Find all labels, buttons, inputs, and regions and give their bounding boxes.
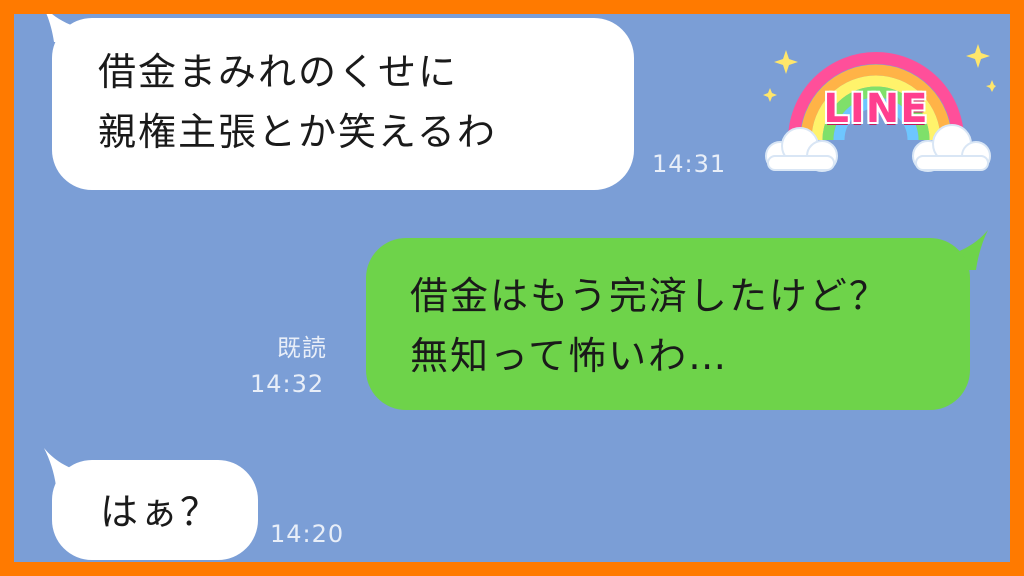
message-text: 親権主張とか笑えるわ xyxy=(98,110,497,154)
message-bubble-incoming[interactable]: はぁ？ xyxy=(52,460,258,560)
sparkle-icon xyxy=(966,44,990,68)
message-bubble-outgoing[interactable]: 借金はもう完済したけど？ 無知って怖いわ… xyxy=(366,238,970,410)
message-timestamp: 14:31 xyxy=(652,150,727,178)
read-receipt: 既読 xyxy=(277,334,327,362)
message-timestamp: 14:20 xyxy=(270,520,345,548)
message-text: 無知って怖いわ… xyxy=(410,334,729,378)
sparkle-icon xyxy=(763,88,777,102)
sparkle-icon xyxy=(986,80,996,92)
sparkle-icon xyxy=(774,50,798,74)
message-text: はぁ？ xyxy=(100,490,221,534)
message-timestamp: 14:32 xyxy=(250,370,325,398)
logo-text: LINE xyxy=(823,86,929,132)
message-text: 借金はもう完済したけど？ xyxy=(410,274,889,318)
message-bubble-incoming[interactable]: 借金まみれのくせに 親権主張とか笑えるわ xyxy=(52,18,634,190)
message-text: 借金まみれのくせに xyxy=(98,50,459,94)
chat-window: 借金まみれのくせに 親権主張とか笑えるわ 14:31 借金はもう完済したけど？ … xyxy=(14,14,1010,562)
line-rainbow-logo: LINE xyxy=(756,28,996,178)
